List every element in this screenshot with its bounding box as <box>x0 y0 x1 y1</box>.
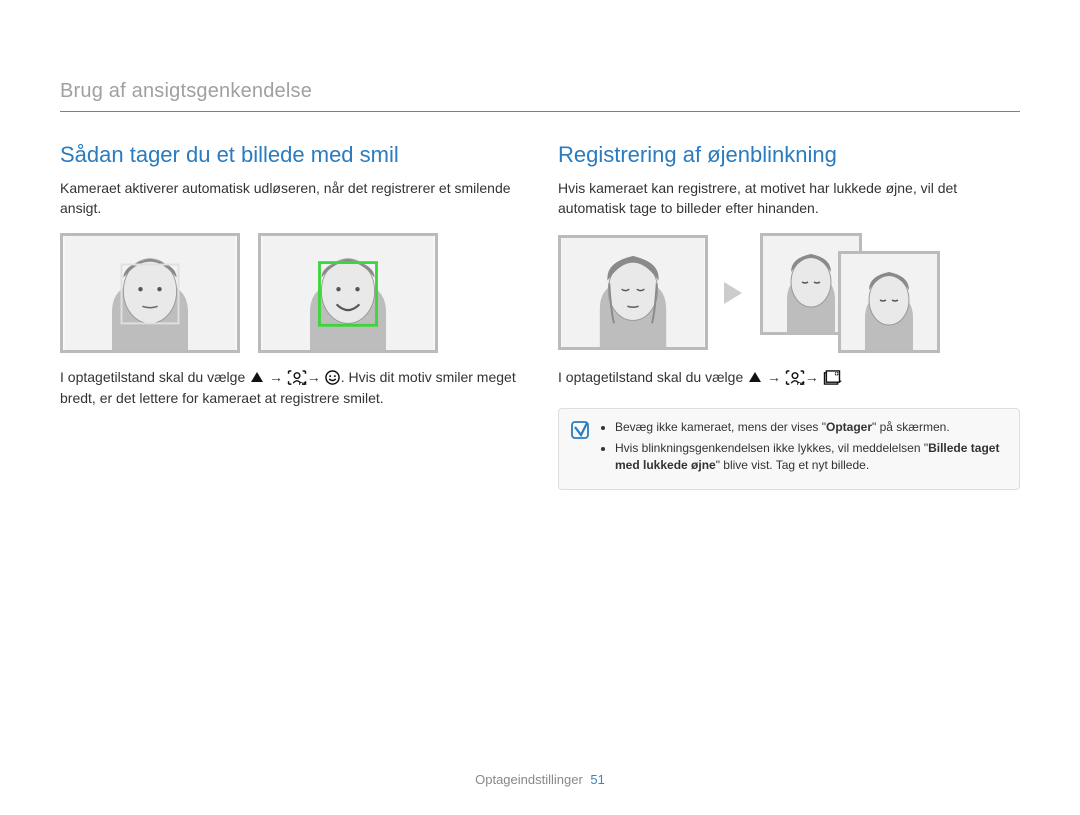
smile-example-row <box>60 233 522 353</box>
smile-shot-intro: Kameraet aktiverer automatisk udløseren,… <box>60 178 522 219</box>
smile-shot-heading: Sådan tager du et billede med smil <box>60 142 522 168</box>
smile-mode-icon <box>325 370 341 385</box>
page-number: 51 <box>590 772 604 787</box>
blink-mode-icon <box>823 370 839 385</box>
left-column: Sådan tager du et billede med smil Kamer… <box>60 142 522 490</box>
up-triangle-icon <box>747 370 763 385</box>
arrow-glyph: → <box>805 369 819 385</box>
blink-detect-heading: Registrering af øjenblinkning <box>558 142 1020 168</box>
face-example-neutral <box>60 233 240 353</box>
arrow-right-icon <box>720 278 748 308</box>
instr-prefix: I optagetilstand skal du vælge <box>558 369 747 385</box>
face-detect-off-icon: OFF <box>287 370 303 385</box>
section-breadcrumb: Brug af ansigtsgenkendelse <box>60 80 1020 103</box>
arrow-glyph: → <box>767 369 781 385</box>
instr-prefix: I optagetilstand skal du vælge <box>60 369 249 385</box>
divider <box>60 111 1020 112</box>
double-shot-frame-2 <box>838 251 940 353</box>
note-box: Bevæg ikke kameraet, mens der vises "Opt… <box>558 408 1020 490</box>
page-footer: Optageindstillinger 51 <box>0 772 1080 787</box>
face-detect-off-icon: OFF <box>785 370 801 385</box>
blink-example-row <box>558 233 1020 353</box>
manual-page: Brug af ansigtsgenkendelse Sådan tager d… <box>0 0 1080 815</box>
arrow-glyph: → <box>269 369 283 385</box>
footer-label: Optageindstillinger <box>475 772 583 787</box>
svg-text:OFF: OFF <box>797 382 805 385</box>
blink-detect-intro: Hvis kameraet kan registrere, at motivet… <box>558 178 1020 219</box>
face-example-eyes-closed <box>558 235 708 350</box>
svg-text:OFF: OFF <box>299 382 307 385</box>
arrow-glyph: → <box>307 369 321 385</box>
double-shot-stack <box>760 233 940 353</box>
note-list: Bevæg ikke kameraet, mens der vises "Opt… <box>599 419 1005 479</box>
note-icon <box>571 421 589 479</box>
blink-detect-instruction: I optagetilstand skal du vælge → OFF → <box>558 367 1020 388</box>
up-triangle-icon <box>249 370 265 385</box>
two-column-layout: Sådan tager du et billede med smil Kamer… <box>60 142 1020 490</box>
note-item-2: Hvis blinkningsgenkendelsen ikke lykkes,… <box>615 440 1005 475</box>
right-column: Registrering af øjenblinkning Hvis kamer… <box>558 142 1020 490</box>
smile-shot-instruction: I optagetilstand skal du vælge → OFF → <box>60 367 522 409</box>
note-item-1: Bevæg ikke kameraet, mens der vises "Opt… <box>615 419 1005 436</box>
face-example-smiling <box>258 233 438 353</box>
